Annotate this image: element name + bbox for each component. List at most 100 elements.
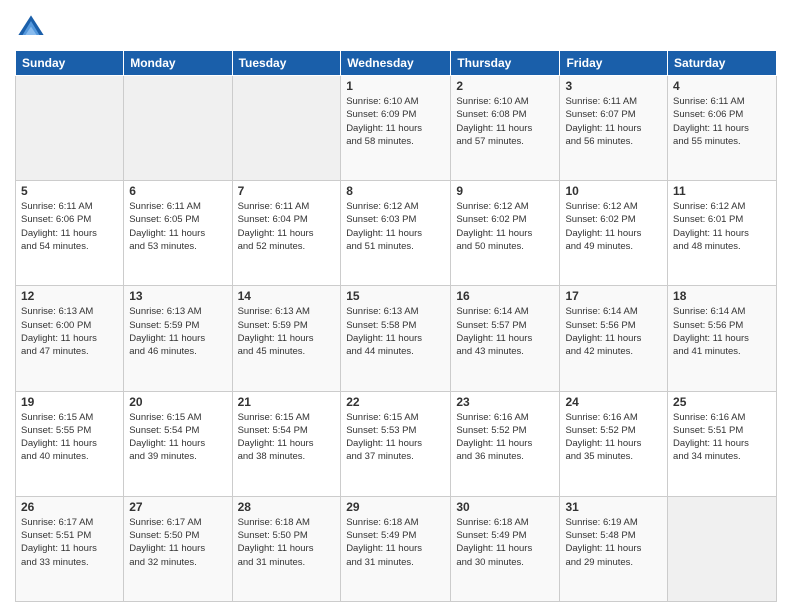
calendar-cell: 13 Sunrise: 6:13 AMSunset: 5:59 PMDayligh…	[124, 286, 232, 391]
day-number: 12	[21, 289, 118, 303]
calendar-week-4: 19 Sunrise: 6:15 AMSunset: 5:55 PMDayligh…	[16, 391, 777, 496]
weekday-header-saturday: Saturday	[668, 51, 777, 76]
day-number: 1	[346, 79, 445, 93]
day-info: Sunrise: 6:10 AMSunset: 6:08 PMDaylight:…	[456, 95, 554, 148]
day-number: 15	[346, 289, 445, 303]
day-info: Sunrise: 6:11 AMSunset: 6:06 PMDaylight:…	[673, 95, 771, 148]
day-number: 23	[456, 395, 554, 409]
day-number: 17	[565, 289, 662, 303]
calendar-cell: 26 Sunrise: 6:17 AMSunset: 5:51 PMDayligh…	[16, 496, 124, 601]
day-info: Sunrise: 6:19 AMSunset: 5:48 PMDaylight:…	[565, 516, 662, 569]
day-info: Sunrise: 6:13 AMSunset: 5:59 PMDaylight:…	[129, 305, 226, 358]
day-info: Sunrise: 6:16 AMSunset: 5:52 PMDaylight:…	[456, 411, 554, 464]
day-info: Sunrise: 6:14 AMSunset: 5:56 PMDaylight:…	[565, 305, 662, 358]
weekday-header-tuesday: Tuesday	[232, 51, 341, 76]
calendar-cell: 2 Sunrise: 6:10 AMSunset: 6:08 PMDaylight…	[451, 76, 560, 181]
day-info: Sunrise: 6:15 AMSunset: 5:54 PMDaylight:…	[238, 411, 336, 464]
calendar-header: SundayMondayTuesdayWednesdayThursdayFrid…	[16, 51, 777, 76]
calendar-cell: 23 Sunrise: 6:16 AMSunset: 5:52 PMDayligh…	[451, 391, 560, 496]
calendar-cell: 15 Sunrise: 6:13 AMSunset: 5:58 PMDayligh…	[341, 286, 451, 391]
day-info: Sunrise: 6:11 AMSunset: 6:06 PMDaylight:…	[21, 200, 118, 253]
calendar-cell: 1 Sunrise: 6:10 AMSunset: 6:09 PMDaylight…	[341, 76, 451, 181]
calendar-cell: 24 Sunrise: 6:16 AMSunset: 5:52 PMDayligh…	[560, 391, 668, 496]
calendar-body: 1 Sunrise: 6:10 AMSunset: 6:09 PMDaylight…	[16, 76, 777, 602]
day-info: Sunrise: 6:16 AMSunset: 5:51 PMDaylight:…	[673, 411, 771, 464]
calendar-cell: 16 Sunrise: 6:14 AMSunset: 5:57 PMDayligh…	[451, 286, 560, 391]
day-number: 20	[129, 395, 226, 409]
calendar-cell: 28 Sunrise: 6:18 AMSunset: 5:50 PMDayligh…	[232, 496, 341, 601]
day-info: Sunrise: 6:17 AMSunset: 5:51 PMDaylight:…	[21, 516, 118, 569]
weekday-header-thursday: Thursday	[451, 51, 560, 76]
calendar-week-3: 12Sunrise: 6:13 AMSunset: 6:00 PMDayligh…	[16, 286, 777, 391]
day-info: Sunrise: 6:17 AMSunset: 5:50 PMDaylight:…	[129, 516, 226, 569]
header	[15, 10, 777, 42]
calendar-week-2: 5 Sunrise: 6:11 AMSunset: 6:06 PMDaylight…	[16, 181, 777, 286]
day-number: 6	[129, 184, 226, 198]
calendar-cell: 17 Sunrise: 6:14 AMSunset: 5:56 PMDayligh…	[560, 286, 668, 391]
day-info: Sunrise: 6:13 AMSunset: 5:58 PMDaylight:…	[346, 305, 445, 358]
day-info: Sunrise: 6:11 AMSunset: 6:05 PMDaylight:…	[129, 200, 226, 253]
calendar-cell: 5 Sunrise: 6:11 AMSunset: 6:06 PMDaylight…	[16, 181, 124, 286]
day-number: 9	[456, 184, 554, 198]
day-info: Sunrise: 6:18 AMSunset: 5:50 PMDaylight:…	[238, 516, 336, 569]
calendar-cell: 29Sunrise: 6:18 AMSunset: 5:49 PMDayligh…	[341, 496, 451, 601]
day-number: 18	[673, 289, 771, 303]
day-info: Sunrise: 6:10 AMSunset: 6:09 PMDaylight:…	[346, 95, 445, 148]
day-info: Sunrise: 6:12 AMSunset: 6:02 PMDaylight:…	[456, 200, 554, 253]
day-info: Sunrise: 6:12 AMSunset: 6:03 PMDaylight:…	[346, 200, 445, 253]
day-number: 7	[238, 184, 336, 198]
calendar-cell	[668, 496, 777, 601]
day-number: 3	[565, 79, 662, 93]
calendar-cell: 20 Sunrise: 6:15 AMSunset: 5:54 PMDayligh…	[124, 391, 232, 496]
calendar-cell: 18 Sunrise: 6:14 AMSunset: 5:56 PMDayligh…	[668, 286, 777, 391]
calendar-cell: 25 Sunrise: 6:16 AMSunset: 5:51 PMDayligh…	[668, 391, 777, 496]
day-number: 2	[456, 79, 554, 93]
day-info: Sunrise: 6:15 AMSunset: 5:54 PMDaylight:…	[129, 411, 226, 464]
calendar-cell: 22Sunrise: 6:15 AMSunset: 5:53 PMDayligh…	[341, 391, 451, 496]
calendar-cell: 4 Sunrise: 6:11 AMSunset: 6:06 PMDaylight…	[668, 76, 777, 181]
calendar: SundayMondayTuesdayWednesdayThursdayFrid…	[15, 50, 777, 602]
day-info: Sunrise: 6:13 AMSunset: 5:59 PMDaylight:…	[238, 305, 336, 358]
day-info: Sunrise: 6:11 AMSunset: 6:07 PMDaylight:…	[565, 95, 662, 148]
day-info: Sunrise: 6:12 AMSunset: 6:01 PMDaylight:…	[673, 200, 771, 253]
calendar-cell: 21 Sunrise: 6:15 AMSunset: 5:54 PMDayligh…	[232, 391, 341, 496]
day-number: 25	[673, 395, 771, 409]
day-info: Sunrise: 6:18 AMSunset: 5:49 PMDaylight:…	[346, 516, 445, 569]
calendar-cell: 12Sunrise: 6:13 AMSunset: 6:00 PMDayligh…	[16, 286, 124, 391]
day-number: 13	[129, 289, 226, 303]
calendar-week-1: 1 Sunrise: 6:10 AMSunset: 6:09 PMDaylight…	[16, 76, 777, 181]
day-info: Sunrise: 6:14 AMSunset: 5:57 PMDaylight:…	[456, 305, 554, 358]
weekday-header-friday: Friday	[560, 51, 668, 76]
day-info: Sunrise: 6:16 AMSunset: 5:52 PMDaylight:…	[565, 411, 662, 464]
day-info: Sunrise: 6:11 AMSunset: 6:04 PMDaylight:…	[238, 200, 336, 253]
day-info: Sunrise: 6:15 AMSunset: 5:55 PMDaylight:…	[21, 411, 118, 464]
calendar-cell: 11 Sunrise: 6:12 AMSunset: 6:01 PMDayligh…	[668, 181, 777, 286]
day-number: 16	[456, 289, 554, 303]
day-number: 4	[673, 79, 771, 93]
day-number: 21	[238, 395, 336, 409]
calendar-cell: 19 Sunrise: 6:15 AMSunset: 5:55 PMDayligh…	[16, 391, 124, 496]
day-number: 28	[238, 500, 336, 514]
day-number: 5	[21, 184, 118, 198]
calendar-cell: 31 Sunrise: 6:19 AMSunset: 5:48 PMDayligh…	[560, 496, 668, 601]
day-number: 11	[673, 184, 771, 198]
day-number: 27	[129, 500, 226, 514]
day-number: 26	[21, 500, 118, 514]
logo-icon	[17, 14, 45, 42]
day-number: 24	[565, 395, 662, 409]
calendar-cell: 8 Sunrise: 6:12 AMSunset: 6:03 PMDaylight…	[341, 181, 451, 286]
day-number: 30	[456, 500, 554, 514]
calendar-week-5: 26 Sunrise: 6:17 AMSunset: 5:51 PMDayligh…	[16, 496, 777, 601]
day-number: 8	[346, 184, 445, 198]
day-number: 14	[238, 289, 336, 303]
day-number: 22	[346, 395, 445, 409]
day-number: 10	[565, 184, 662, 198]
calendar-cell: 30 Sunrise: 6:18 AMSunset: 5:49 PMDayligh…	[451, 496, 560, 601]
calendar-cell: 14 Sunrise: 6:13 AMSunset: 5:59 PMDayligh…	[232, 286, 341, 391]
day-info: Sunrise: 6:18 AMSunset: 5:49 PMDaylight:…	[456, 516, 554, 569]
day-number: 31	[565, 500, 662, 514]
day-number: 19	[21, 395, 118, 409]
day-info: Sunrise: 6:12 AMSunset: 6:02 PMDaylight:…	[565, 200, 662, 253]
day-info: Sunrise: 6:14 AMSunset: 5:56 PMDaylight:…	[673, 305, 771, 358]
page: SundayMondayTuesdayWednesdayThursdayFrid…	[0, 0, 792, 612]
